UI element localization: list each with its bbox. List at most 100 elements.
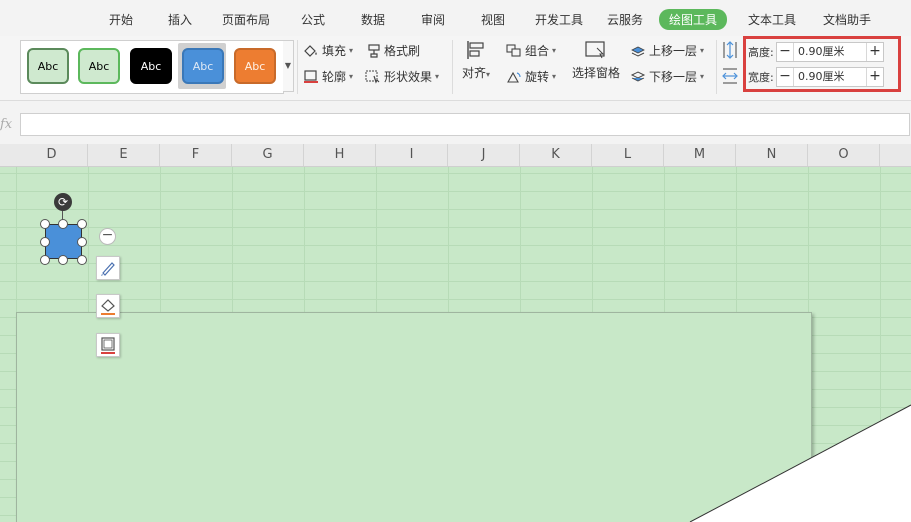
shape-style-gallery: Abc Abc Abc Abc Abc (20, 40, 284, 94)
height-input[interactable]: 0.90厘米 (793, 43, 867, 61)
size-highlight-box: 高度: − 0.90厘米 + 宽度: − 0.90厘米 + (743, 36, 901, 92)
outline-tool-button[interactable] (96, 333, 120, 357)
column-header-d[interactable]: D (16, 144, 88, 166)
caret-down-icon: ▾ (486, 70, 491, 79)
column-header-f[interactable]: F (160, 144, 232, 166)
column-header-g[interactable]: G (232, 144, 304, 166)
format-painter-label: 格式刷 (384, 44, 421, 58)
menu-cloud-services[interactable]: 云服务 (607, 11, 643, 28)
height-stepper: − 0.90厘米 + (776, 42, 884, 62)
group-label: 组合 (525, 44, 550, 58)
shape-effects-button[interactable]: 形状效果 ▾ (365, 68, 439, 85)
outline-square-icon (101, 337, 115, 354)
rotate-button[interactable]: 旋转 ▾ (506, 68, 556, 85)
group-button[interactable]: 组合 ▾ (506, 42, 556, 59)
column-header-o[interactable]: O (808, 144, 880, 166)
width-decrement-button[interactable]: − (777, 68, 793, 86)
bring-forward-label: 上移一层 (649, 44, 698, 58)
resize-handle-top-right[interactable] (77, 219, 87, 229)
triangle-down-icon: ▼ (284, 61, 292, 70)
menu-insert[interactable]: 插入 (168, 11, 192, 28)
style-swatch-5[interactable]: Abc (234, 48, 276, 84)
brush-icon (101, 262, 115, 276)
resize-handle-bottom-right[interactable] (77, 255, 87, 265)
column-header-i[interactable]: I (376, 144, 448, 166)
paint-bucket-icon (101, 299, 115, 315)
height-label: 高度: (748, 46, 774, 59)
caret-down-icon: ▾ (700, 72, 705, 81)
column-header-n[interactable]: N (736, 144, 808, 166)
resize-handle-left[interactable] (40, 237, 50, 247)
menu-home[interactable]: 开始 (109, 11, 133, 28)
column-header-e[interactable]: E (88, 144, 160, 166)
caret-down-icon: ▾ (349, 72, 354, 81)
column-header: D E F G H I J K L M N O (0, 144, 911, 167)
menu-review[interactable]: 审阅 (421, 11, 445, 28)
height-increment-button[interactable]: + (867, 43, 883, 61)
resize-handle-right[interactable] (77, 237, 87, 247)
column-header-k[interactable]: K (520, 144, 592, 166)
width-row: 宽度: − 0.90厘米 + (748, 67, 884, 87)
selection-pane-button[interactable]: 选择窗格 (572, 40, 620, 81)
column-header-m[interactable]: M (664, 144, 736, 166)
style-swatch-4[interactable]: Abc (182, 48, 224, 84)
width-input[interactable]: 0.90厘米 (793, 68, 867, 86)
menu-text-tools[interactable]: 文本工具 (748, 11, 796, 28)
resize-handle-bottom-left[interactable] (40, 255, 50, 265)
menu-developer[interactable]: 开发工具 (535, 11, 583, 28)
menu-document-assistant[interactable]: 文档助手 (823, 11, 871, 28)
width-icon (722, 68, 738, 84)
width-stepper: − 0.90厘米 + (776, 67, 884, 87)
outline-square-icon (304, 69, 318, 83)
formula-bar: fx (0, 101, 911, 144)
menu-page-layout[interactable]: 页面布局 (222, 11, 270, 28)
menu-view[interactable]: 视图 (481, 11, 505, 28)
style-swatch-1[interactable]: Abc (27, 48, 69, 84)
align-left-icon (467, 41, 484, 59)
selection-pane-icon (585, 41, 605, 59)
height-icon (723, 41, 737, 59)
width-increment-button[interactable]: + (867, 68, 883, 86)
caret-down-icon: ▾ (552, 72, 557, 81)
white-overlay-shape (689, 404, 911, 522)
sheet-grid[interactable]: ⟳ − (0, 167, 911, 522)
resize-handle-bottom[interactable] (58, 255, 68, 265)
formula-input[interactable] (20, 113, 910, 136)
column-header-j[interactable]: J (448, 144, 520, 166)
fill-button[interactable]: 填充 ▾ (303, 42, 353, 59)
paint-bucket-icon (304, 44, 317, 57)
format-painter-button[interactable]: 格式刷 (365, 42, 420, 59)
selection-pane-label: 选择窗格 (572, 66, 621, 80)
menu-formulas[interactable]: 公式 (301, 11, 325, 28)
ribbon-separator (452, 40, 453, 94)
align-button[interactable]: 对齐▾ (462, 40, 490, 81)
collapse-toolbar-button[interactable]: − (99, 228, 116, 245)
style-swatch-2[interactable]: Abc (78, 48, 120, 84)
style-swatch-3[interactable]: Abc (130, 48, 172, 84)
ribbon: Abc Abc Abc Abc Abc ▼ 填充 ▾ 轮廓 ▾ 格式刷 形状效果 ▾ … (0, 36, 911, 101)
shape-style-tool-button[interactable] (96, 256, 120, 280)
send-backward-label: 下移一层 (649, 70, 698, 84)
shape-effects-label: 形状效果 (384, 70, 433, 84)
bring-forward-icon (631, 46, 645, 57)
fill-tool-button[interactable] (96, 294, 120, 318)
menu-bar: 开始 插入 页面布局 公式 数据 审阅 视图 开发工具 云服务 绘图工具 文本工… (0, 0, 911, 36)
ribbon-separator (716, 40, 717, 94)
menu-data[interactable]: 数据 (361, 11, 385, 28)
align-label: 对齐 (462, 66, 487, 80)
gallery-more-button[interactable]: ▼ (283, 40, 294, 92)
group-icon (506, 43, 521, 57)
column-header-h[interactable]: H (304, 144, 376, 166)
resize-handle-top[interactable] (58, 219, 68, 229)
rotate-handle-icon[interactable]: ⟳ (54, 193, 72, 211)
fx-icon[interactable]: fx (0, 117, 12, 132)
height-decrement-button[interactable]: − (777, 43, 793, 61)
send-backward-button[interactable]: 下移一层 ▾ (630, 68, 704, 85)
menu-drawing-tools[interactable]: 绘图工具 (659, 9, 728, 30)
outline-button[interactable]: 轮廓 ▾ (303, 68, 353, 85)
resize-handle-top-left[interactable] (40, 219, 50, 229)
caret-down-icon: ▾ (552, 46, 557, 55)
height-row: 高度: − 0.90厘米 + (748, 42, 884, 62)
bring-forward-button[interactable]: 上移一层 ▾ (630, 42, 704, 59)
column-header-l[interactable]: L (592, 144, 664, 166)
